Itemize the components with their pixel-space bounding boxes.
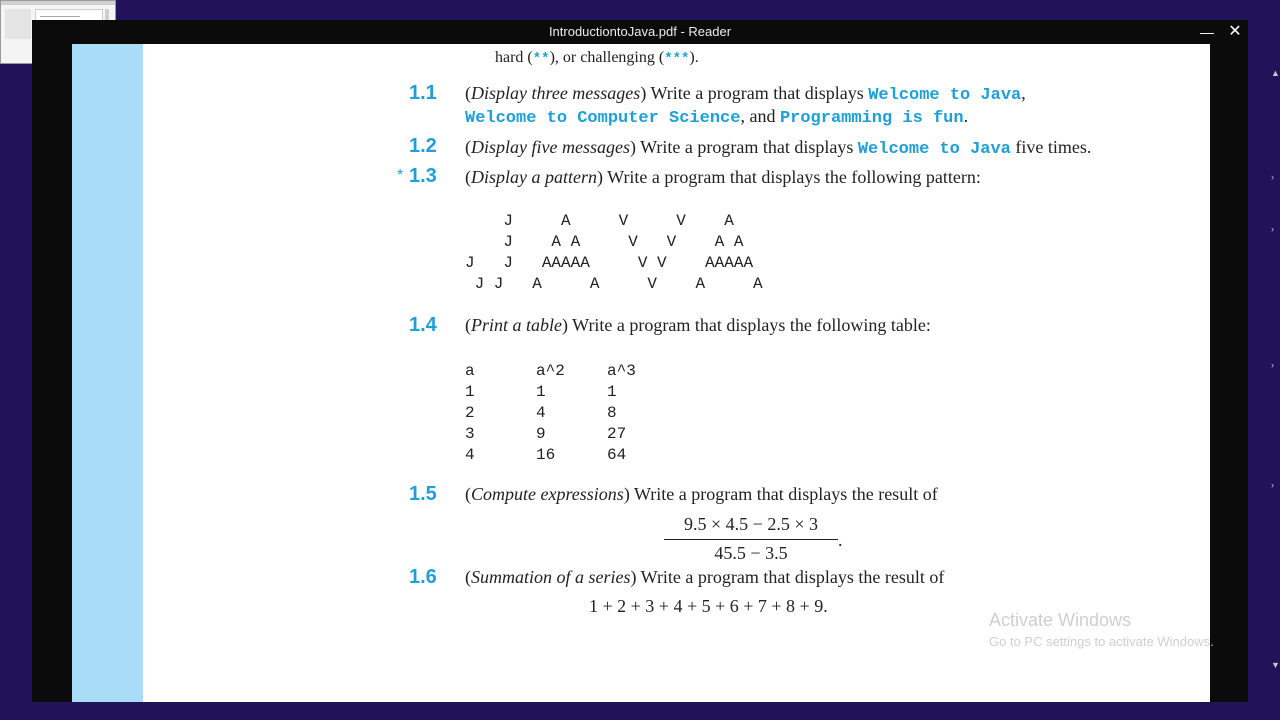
- exercise-title: Compute expressions: [471, 484, 624, 504]
- thumbnail-titlebar: [1, 1, 115, 5]
- pattern-line: J J AAAAA V V AAAAA: [465, 254, 754, 272]
- exercise-text: ) Write a program that displays: [640, 83, 869, 103]
- table-cell: 27: [607, 425, 627, 443]
- fraction-denominator: 45.5 − 3.5: [714, 543, 788, 563]
- exercise-title: Display five messages: [471, 137, 630, 157]
- table-cell: 8: [607, 404, 617, 422]
- series-expression: 1 + 2 + 3 + 4 + 5 + 6 + 7 + 8 + 9.: [589, 596, 828, 616]
- exercise-title: Display three messages: [471, 83, 641, 103]
- table-cell: a: [465, 362, 475, 380]
- code-welcome-to-java: Welcome to Java: [857, 140, 1011, 159]
- exercise-1-6-line: (Summation of a series) Write a program …: [465, 567, 945, 587]
- scroll-up-arrow-icon[interactable]: ▲: [1271, 68, 1280, 78]
- scroll-marker-icon: ›: [1271, 480, 1274, 490]
- scroll-marker-icon: ›: [1271, 224, 1274, 234]
- table-cell: 9: [536, 425, 546, 443]
- table-cell: 1: [536, 383, 546, 401]
- intro-text: hard (: [495, 49, 533, 66]
- exercise-text: ) Write a program that displays: [629, 137, 858, 157]
- exercise-number: 1.1: [409, 82, 437, 104]
- table-cell: 1: [465, 383, 475, 401]
- table-cell: 4: [465, 446, 475, 464]
- pattern-line: J A A V V A A: [465, 233, 744, 251]
- exercise-title: Print a table: [471, 315, 562, 335]
- exercise-number: 1.2: [409, 135, 437, 157]
- title-bar: IntroductiontoJava.pdf - Reader — ✕: [32, 20, 1248, 44]
- exercise-text: ) Write a program that displays the foll…: [562, 315, 931, 335]
- fraction-bar: [664, 539, 838, 540]
- table-cell: 4: [536, 404, 546, 422]
- exercise-text: , and: [740, 106, 780, 126]
- pattern-line: J A V V A: [465, 212, 734, 230]
- intro-text: ).: [689, 49, 699, 66]
- exercise-number: 1.3: [409, 165, 437, 187]
- exercise-1-4-line: (Print a table) Write a program that dis…: [465, 315, 931, 335]
- exercise-text: ,: [1021, 83, 1026, 103]
- exercise-text: ) Write a program that displays the foll…: [597, 167, 981, 187]
- exercise-number: 1.4: [409, 314, 437, 336]
- exercise-1-5-line: (Compute expressions) Write a program th…: [465, 484, 938, 504]
- intro-text: ), or challenging (: [549, 49, 665, 66]
- intro-line: hard (**), or challenging (***).: [495, 49, 699, 67]
- intro-stars-challenging: ***: [664, 51, 690, 67]
- exercise-number: 1.5: [409, 483, 437, 505]
- exercise-number: 1.6: [409, 566, 437, 588]
- exercise-text: five times.: [1010, 137, 1092, 157]
- intro-stars-hard: **: [532, 51, 550, 67]
- table-cell: a^3: [607, 362, 636, 380]
- table-cell: a^2: [536, 362, 565, 380]
- scroll-down-arrow-icon[interactable]: ▼: [1271, 660, 1280, 670]
- scroll-marker-icon: ›: [1271, 360, 1274, 370]
- right-edge-scrollbar[interactable]: ▲ › › › › ▼: [1268, 60, 1280, 680]
- table-cell: 64: [607, 446, 627, 464]
- exercise-text: ) Write a program that displays the resu…: [630, 567, 945, 587]
- exercise-1-1-line1: (Display three messages) Write a program…: [465, 83, 1026, 105]
- code-welcome-to-cs: Welcome to Computer Science: [465, 109, 741, 128]
- exercise-1-3-line: (Display a pattern) Write a program that…: [465, 167, 981, 187]
- table-cell: 2: [465, 404, 475, 422]
- code-welcome-to-java: Welcome to Java: [868, 86, 1022, 105]
- close-button[interactable]: ✕: [1223, 20, 1247, 44]
- exercise-text: ) Write a program that displays the resu…: [623, 484, 938, 504]
- exercise-1-1-line2: Welcome to Computer Science, and Program…: [465, 106, 968, 128]
- fraction-numerator: 9.5 × 4.5 − 2.5 × 3: [684, 514, 818, 534]
- activation-watermark-title: Activate Windows: [989, 610, 1132, 630]
- table-cell: 3: [465, 425, 475, 443]
- minimize-button[interactable]: —: [1195, 20, 1219, 44]
- pattern-line: J J A A V A A: [465, 275, 763, 293]
- table-cell: 1: [607, 383, 617, 401]
- window-title: IntroductiontoJava.pdf - Reader: [548, 24, 732, 39]
- table-cell: 16: [536, 446, 556, 464]
- thumbnail-line: [40, 16, 80, 17]
- page-sidebar: [72, 44, 143, 702]
- exercise-1-2-line: (Display five messages) Write a program …: [465, 137, 1092, 159]
- thumbnail-left-pane: [5, 9, 31, 39]
- scroll-marker-icon: ›: [1271, 172, 1274, 182]
- difficulty-star: *: [397, 167, 404, 184]
- fraction-period: .: [838, 530, 843, 550]
- activation-watermark-subtitle: Go to PC settings to activate Windows.: [989, 634, 1214, 649]
- exercise-title: Summation of a series: [471, 567, 631, 587]
- code-programming-is-fun: Programming is fun: [779, 109, 964, 128]
- exercise-title: Display a pattern: [471, 167, 597, 187]
- exercise-text: .: [963, 106, 969, 126]
